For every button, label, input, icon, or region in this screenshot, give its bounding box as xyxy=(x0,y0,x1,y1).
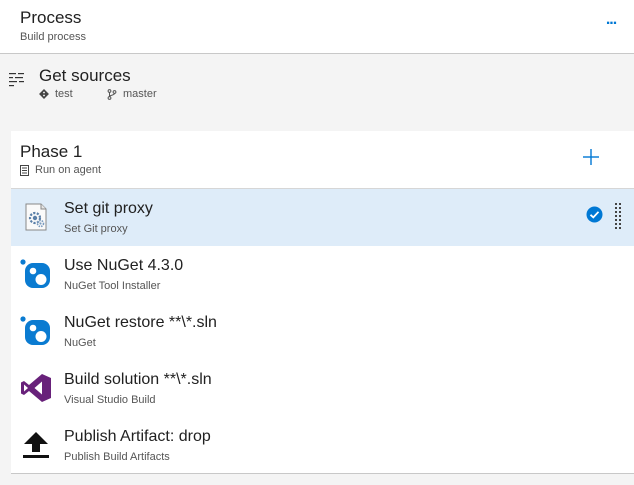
git-repo-icon xyxy=(39,89,49,99)
branch-label: master xyxy=(107,88,157,100)
phase-header[interactable]: Phase 1 Run on agent xyxy=(11,131,634,189)
nuget-icon xyxy=(20,259,50,288)
process-title: Process xyxy=(20,8,82,27)
task-name: NuGet restore **\*.sln xyxy=(64,314,217,331)
task-name: Use NuGet 4.3.0 xyxy=(64,257,184,274)
task-row-use-nuget[interactable]: Use NuGet 4.3.0 NuGet Tool Installer xyxy=(11,246,634,303)
task-description: Set Git proxy xyxy=(64,223,128,235)
get-sources-title: Get sources xyxy=(39,66,131,85)
agent-server-icon xyxy=(20,164,29,176)
nuget-icon xyxy=(20,316,50,345)
task-row-build-solution[interactable]: Build solution **\*.sln Visual Studio Bu… xyxy=(11,360,634,417)
task-row-set-git-proxy[interactable]: Set git proxy Set Git proxy xyxy=(11,189,634,246)
drag-handle-icon[interactable] xyxy=(614,202,622,232)
task-description: NuGet xyxy=(64,337,96,349)
get-sources-item[interactable]: Get sources test master xyxy=(0,55,634,127)
task-description: Visual Studio Build xyxy=(64,394,156,406)
task-name: Set git proxy xyxy=(64,200,153,217)
task-name: Publish Artifact: drop xyxy=(64,428,211,445)
phase-subtitle: Run on agent xyxy=(20,164,101,176)
more-options-button[interactable]: ... xyxy=(602,10,620,30)
repo-label: test xyxy=(39,88,73,100)
visual-studio-icon xyxy=(21,374,51,402)
task-row-nuget-restore[interactable]: NuGet restore **\*.sln NuGet xyxy=(11,303,634,360)
script-gear-icon xyxy=(25,203,47,231)
task-name: Build solution **\*.sln xyxy=(64,371,212,388)
branch-name: master xyxy=(123,88,157,100)
repo-name: test xyxy=(55,88,73,100)
task-row-publish-artifact[interactable]: Publish Artifact: drop Publish Build Art… xyxy=(11,417,634,474)
process-header[interactable]: Process Build process ... xyxy=(0,0,634,54)
phase-panel: Phase 1 Run on agent Set git proxy Set G xyxy=(11,131,634,474)
checkmark-icon xyxy=(586,206,603,223)
add-task-button[interactable] xyxy=(582,148,600,166)
process-subtitle: Build process xyxy=(20,31,87,43)
git-branch-icon xyxy=(107,88,117,100)
phase-title: Phase 1 xyxy=(20,142,83,161)
task-description: Publish Build Artifacts xyxy=(64,451,170,463)
task-description: NuGet Tool Installer xyxy=(64,280,161,292)
source-list-icon xyxy=(9,73,24,87)
upload-icon xyxy=(23,432,49,458)
phase-subtitle-text: Run on agent xyxy=(35,164,102,176)
